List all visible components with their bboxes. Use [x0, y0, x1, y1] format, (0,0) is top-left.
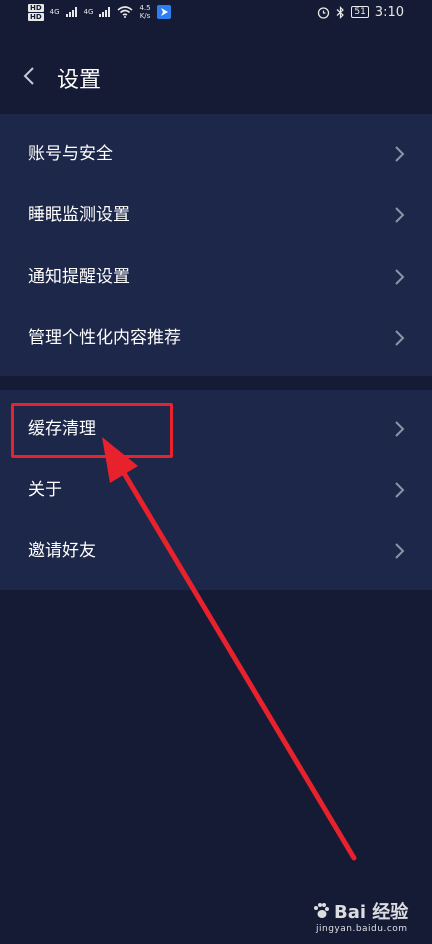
watermark-brand: Bai 经验	[334, 902, 409, 923]
settings-item-account-security[interactable]: 账号与安全	[0, 124, 432, 184]
wifi-icon	[117, 6, 133, 18]
item-label: 睡眠监测设置	[28, 205, 130, 225]
hd-badge-2: HD	[28, 12, 44, 21]
item-label: 账号与安全	[28, 144, 113, 164]
back-arrow-icon[interactable]	[20, 66, 40, 86]
settings-group-1: 账号与安全 睡眠监测设置 通知提醒设置 管理个性化内容推荐	[0, 114, 432, 376]
page-title: 设置	[57, 68, 102, 93]
paw-icon	[314, 903, 329, 918]
chevron-right-icon	[395, 207, 405, 223]
bluetooth-icon	[336, 5, 345, 19]
signal-icon-2	[99, 7, 111, 17]
settings-item-invite-friends[interactable]: 邀请好友	[0, 521, 432, 581]
watermark-url: jingyan.baidu.com	[316, 924, 408, 934]
net-speed-unit: K/s	[139, 12, 151, 20]
item-label: 邀请好友	[28, 541, 96, 561]
item-label: 关于	[28, 480, 62, 500]
highlight-box	[11, 403, 173, 458]
net-speed-value: 4.5	[139, 4, 151, 12]
chevron-right-icon	[395, 543, 405, 559]
chevron-right-icon	[395, 421, 405, 437]
navigation-app-icon	[156, 5, 171, 19]
watermark-brand-row: Bai 经验	[312, 898, 422, 924]
status-left: HD HD 4G 4G 4.5 K/s	[28, 0, 171, 24]
settings-item-about[interactable]: 关于	[0, 460, 432, 520]
chevron-right-icon	[395, 330, 405, 346]
status-bar: HD HD 4G 4G 4.5 K/s 51 3:10	[0, 0, 432, 24]
battery-icon: 51	[351, 6, 369, 18]
chevron-right-icon	[395, 146, 405, 162]
header: 设置	[0, 24, 432, 112]
settings-item-personalized-content[interactable]: 管理个性化内容推荐	[0, 308, 432, 368]
network-type-2: 4G	[83, 8, 94, 16]
alarm-icon	[318, 6, 330, 19]
chevron-right-icon	[395, 269, 405, 285]
clock: 3:10	[374, 4, 404, 20]
settings-item-sleep-monitor[interactable]: 睡眠监测设置	[0, 185, 432, 245]
hd-badge-1: HD	[28, 3, 44, 12]
item-label: 通知提醒设置	[28, 267, 130, 287]
chevron-right-icon	[395, 482, 405, 498]
signal-icon	[65, 7, 77, 17]
status-right: 51 3:10	[317, 0, 404, 24]
net-speed: 4.5 K/s	[139, 4, 150, 20]
network-type-1: 4G	[49, 8, 60, 16]
settings-item-notification[interactable]: 通知提醒设置	[0, 247, 432, 307]
hd-badges: HD HD	[28, 3, 44, 21]
item-label: 管理个性化内容推荐	[28, 328, 181, 348]
baidu-watermark: Bai 经验 jingyan.baidu.com	[312, 898, 422, 938]
